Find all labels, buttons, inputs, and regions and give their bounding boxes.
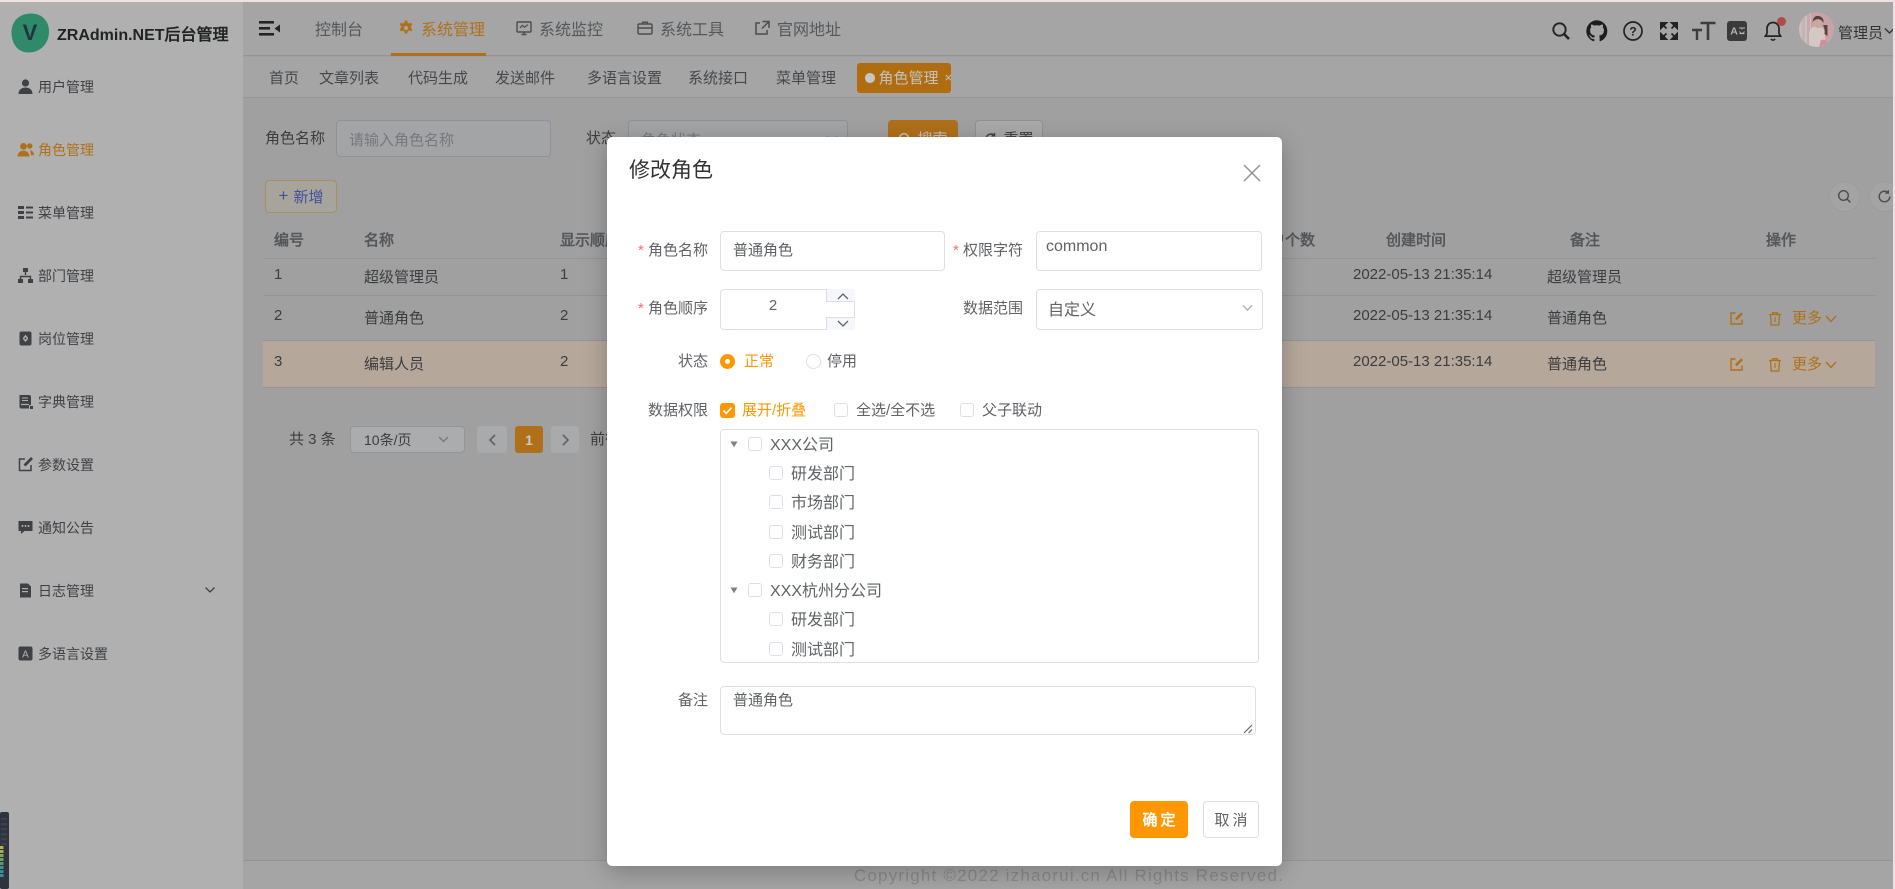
svg-text:?: ? (1629, 25, 1636, 39)
svg-text:A: A (22, 650, 29, 661)
svg-text:A: A (1730, 26, 1738, 38)
svg-text:V: V (23, 20, 38, 45)
